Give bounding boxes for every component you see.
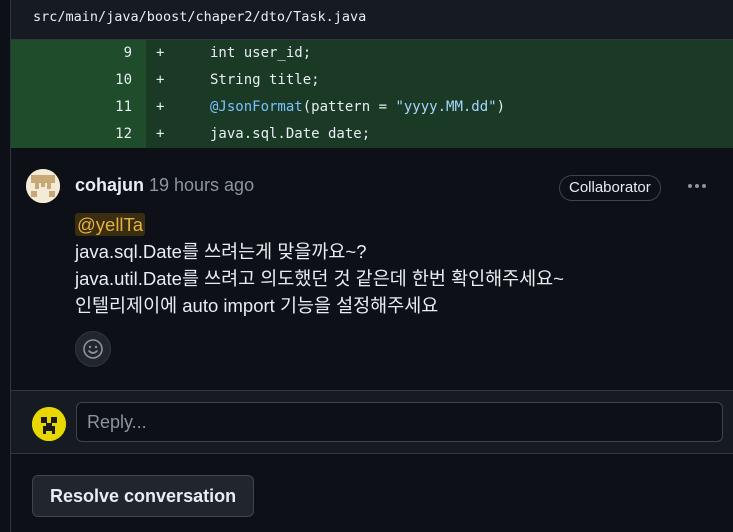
kebab-horizontal-icon[interactable] xyxy=(682,173,712,199)
line-number[interactable]: 12 xyxy=(11,121,146,148)
comment-timestamp[interactable]: 19 hours ago xyxy=(149,175,254,196)
code-text: (pattern = xyxy=(302,99,396,115)
diff-hunk: 9 + int user_id; 10 + String title; 11 + @J… xyxy=(11,40,733,148)
diff-line: 12 + java.sql.Date date; xyxy=(11,121,733,148)
comment-line: 인텔리제이에 auto import 기능을 설정해주세요 xyxy=(75,295,439,316)
line-number[interactable]: 11 xyxy=(11,94,146,121)
diff-line: 11 + @JsonFormat(pattern = "yyyy.MM.dd") xyxy=(11,94,733,121)
comment-line: java.util.Date를 쓰려고 의도했던 것 같은데 한번 확인해주세요… xyxy=(75,268,564,289)
added-marker: + xyxy=(156,45,165,61)
current-user-avatar xyxy=(32,407,66,441)
code-text: ) xyxy=(496,99,506,115)
added-marker: + xyxy=(156,72,165,88)
smiley-icon xyxy=(83,339,103,359)
review-comment: cohajun 19 hours ago Collaborator @yellT… xyxy=(11,148,733,390)
reply-input[interactable] xyxy=(76,402,723,442)
add-reaction-button[interactable] xyxy=(75,331,111,367)
code-text: java.sql.Date date; xyxy=(210,126,371,142)
code-string: "yyyy.MM.dd" xyxy=(395,99,497,115)
resolve-conversation-button[interactable]: Resolve conversation xyxy=(32,475,255,517)
reply-bar xyxy=(11,390,733,454)
file-path[interactable]: src/main/java/boost/chaper2/dto/Task.jav… xyxy=(33,9,366,25)
comment-author[interactable]: cohajun xyxy=(75,175,144,196)
added-marker: + xyxy=(156,99,165,115)
user-mention[interactable]: @yellTa xyxy=(75,213,146,236)
line-number[interactable]: 9 xyxy=(11,40,146,67)
code-annotation: @JsonFormat xyxy=(210,99,303,115)
creeper-icon xyxy=(32,407,66,441)
code-text: int user_id; xyxy=(210,45,312,61)
identicon-icon xyxy=(26,169,60,203)
comment-body: @yellTa java.sql.Date를 쓰려는게 맞을까요~? java.… xyxy=(75,211,564,319)
avatar[interactable] xyxy=(26,169,60,203)
code-text: String title; xyxy=(210,72,320,88)
diff-line: 9 + int user_id; xyxy=(11,40,733,67)
collaborator-badge: Collaborator xyxy=(559,175,661,201)
comment-line: java.sql.Date를 쓰려는게 맞을까요~? xyxy=(75,241,367,262)
more-options-icon xyxy=(688,184,706,188)
diff-line: 10 + String title; xyxy=(11,67,733,94)
added-marker: + xyxy=(156,126,165,142)
file-header: src/main/java/boost/chaper2/dto/Task.jav… xyxy=(11,0,733,40)
review-thread: src/main/java/boost/chaper2/dto/Task.jav… xyxy=(10,0,733,532)
line-number[interactable]: 10 xyxy=(11,67,146,94)
